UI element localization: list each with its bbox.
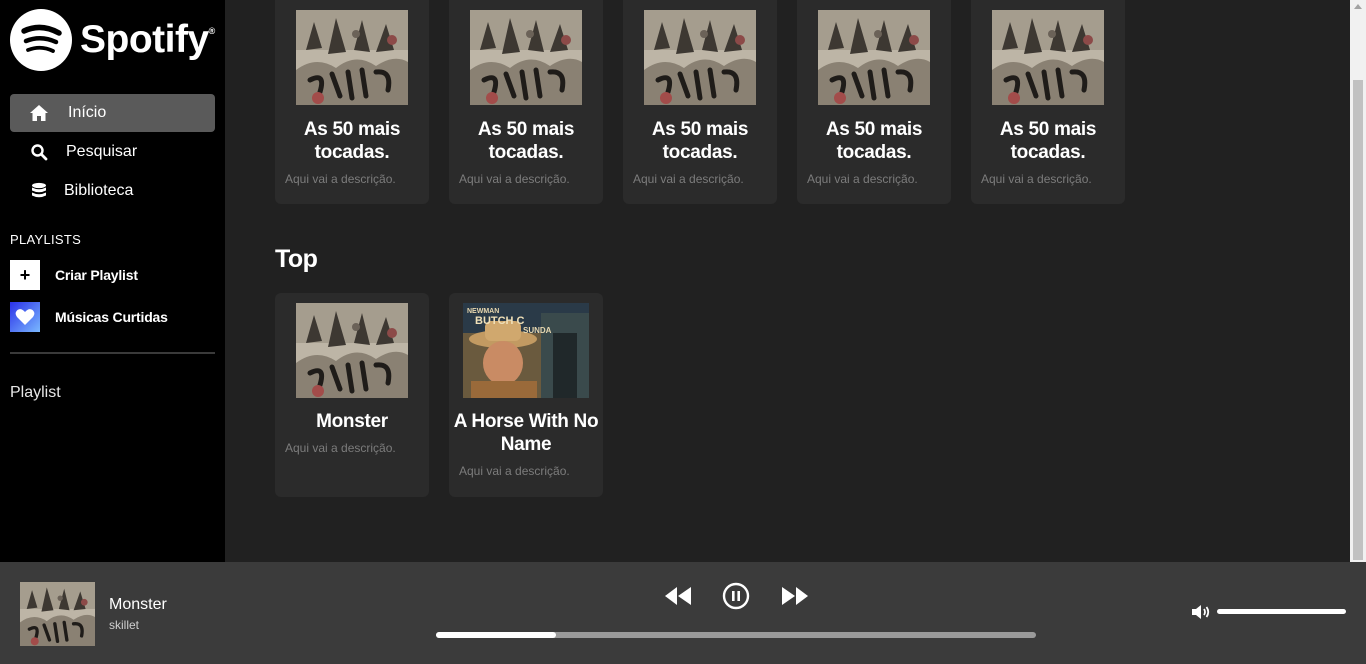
movie-poster-cover: NEWMAN BUTCH C SUNDA: [463, 303, 589, 398]
card-title: As 50 mais tocadas.: [825, 119, 923, 163]
album-cover-skillet: [992, 10, 1104, 105]
logo-wordmark: Spotify®: [80, 18, 215, 61]
nav-label-home: Início: [68, 104, 107, 121]
pause-icon: [722, 582, 750, 610]
card-title: A Horse With No Name: [453, 411, 599, 455]
progress-fill: [436, 632, 556, 638]
card-title: Monster: [316, 411, 388, 432]
volume-slider[interactable]: [1217, 609, 1346, 614]
song-card[interactable]: NEWMAN BUTCH C SUNDA A Horse With No Nam…: [449, 293, 603, 497]
playlist-card[interactable]: As 50 mais tocadas. Aqui vai a descrição…: [623, 0, 777, 204]
svg-text:SUNDA: SUNDA: [523, 326, 552, 335]
search-icon: [28, 141, 50, 163]
create-playlist-label: Criar Playlist: [55, 267, 138, 283]
heart-icon: [10, 302, 40, 332]
fast-forward-icon: [782, 587, 808, 605]
album-cover-skillet: [644, 10, 756, 105]
song-card[interactable]: Monster Aqui vai a descrição.: [275, 293, 429, 497]
create-playlist-button[interactable]: + Criar Playlist: [10, 260, 138, 290]
card-description: Aqui vai a descrição.: [981, 172, 1092, 186]
previous-button[interactable]: [664, 585, 692, 612]
liked-songs-label: Músicas Curtidas: [55, 309, 168, 325]
library-icon: [28, 180, 50, 202]
playlist-card[interactable]: As 50 mais tocadas. Aqui vai a descrição…: [449, 0, 603, 204]
album-cover-skillet: [296, 303, 408, 398]
svg-text:NEWMAN: NEWMAN: [467, 308, 499, 315]
playlists-heading: PLAYLISTS: [10, 232, 82, 247]
card-description: Aqui vai a descrição.: [459, 464, 570, 478]
progress-bar[interactable]: [436, 632, 1036, 638]
card-title: As 50 mais tocadas.: [651, 119, 749, 163]
scrollbar[interactable]: [1350, 0, 1366, 562]
player-bar: Monster skillet: [0, 562, 1366, 664]
section-title-top: Top: [275, 245, 318, 273]
main-nav: Início Pesquisar Biblioteca: [10, 94, 215, 211]
liked-songs-button[interactable]: Músicas Curtidas: [10, 302, 168, 332]
svg-text:BUTCH C: BUTCH C: [475, 315, 525, 327]
sidebar-divider: [10, 352, 215, 354]
volume-icon[interactable]: [1191, 603, 1213, 626]
nav-item-library[interactable]: Biblioteca: [10, 172, 215, 210]
home-icon: [28, 102, 50, 124]
next-button[interactable]: [781, 585, 809, 612]
card-description: Aqui vai a descrição.: [807, 172, 918, 186]
card-description: Aqui vai a descrição.: [459, 172, 570, 186]
now-playing-title: Monster: [109, 596, 167, 613]
nav-label-search: Pesquisar: [66, 143, 138, 160]
album-cover-skillet: [470, 10, 582, 105]
nav-item-home[interactable]: Início: [10, 94, 215, 132]
plus-icon: +: [10, 260, 40, 290]
spotify-logo-icon: [10, 9, 72, 71]
now-playing-cover: [20, 582, 95, 646]
main-content: As 50 mais tocadas. Aqui vai a descrição…: [225, 0, 1350, 562]
card-title: As 50 mais tocadas.: [477, 119, 575, 163]
card-description: Aqui vai a descrição.: [285, 172, 396, 186]
now-playing-artist: skillet: [109, 618, 140, 632]
card-description: Aqui vai a descrição.: [285, 441, 396, 455]
nav-label-library: Biblioteca: [64, 182, 134, 199]
rewind-icon: [665, 587, 691, 605]
scrollbar-thumb[interactable]: [1353, 80, 1363, 560]
spotify-logo[interactable]: Spotify®: [10, 9, 215, 71]
nav-item-search[interactable]: Pesquisar: [10, 133, 215, 171]
sidebar: Spotify® Início Pesquisar Biblioteca PLA…: [0, 0, 225, 562]
pause-button[interactable]: [722, 582, 750, 615]
album-cover-skillet: [296, 10, 408, 105]
playlist-card[interactable]: As 50 mais tocadas. Aqui vai a descrição…: [971, 0, 1125, 204]
playlist-card[interactable]: As 50 mais tocadas. Aqui vai a descrição…: [275, 0, 429, 204]
scroll-up-arrow-icon[interactable]: [1354, 4, 1362, 9]
album-cover-skillet: [818, 10, 930, 105]
playlist-card[interactable]: As 50 mais tocadas. Aqui vai a descrição…: [797, 0, 951, 204]
card-description: Aqui vai a descrição.: [633, 172, 744, 186]
card-title: As 50 mais tocadas.: [303, 119, 401, 163]
playlist-link[interactable]: Playlist: [10, 384, 61, 402]
card-title: As 50 mais tocadas.: [999, 119, 1097, 163]
